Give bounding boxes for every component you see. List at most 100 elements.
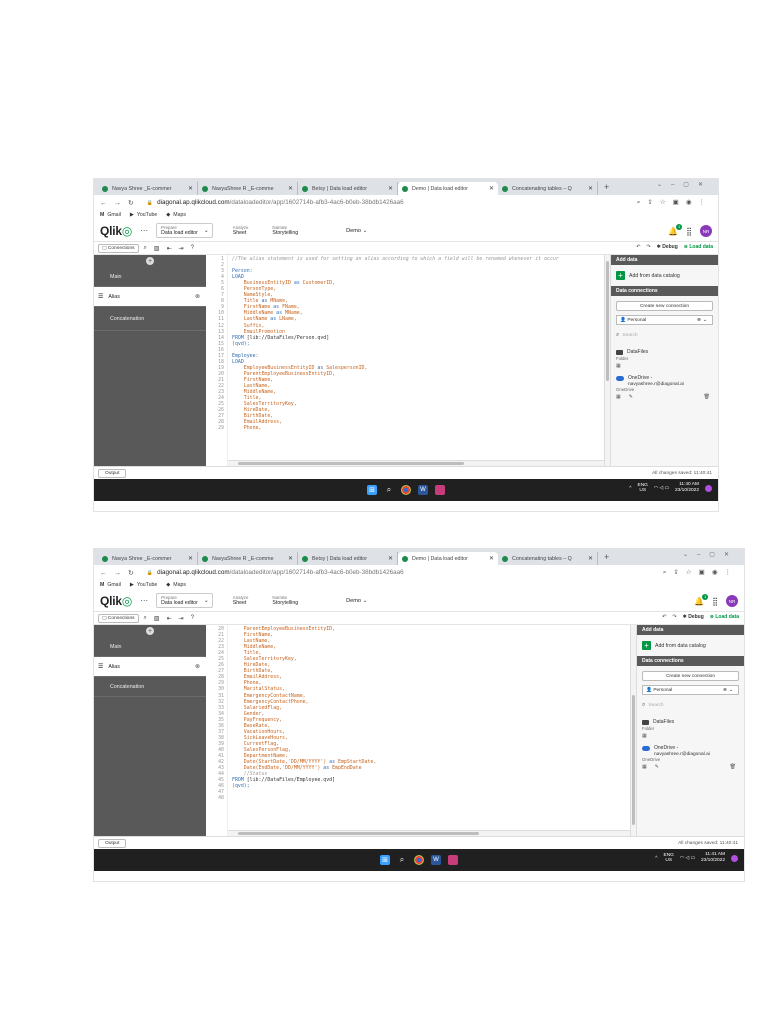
browser-tab[interactable]: Demo | Data load editor ✕ [398,182,498,195]
notifications-icon[interactable]: 🔔 1 [694,593,709,606]
avatar[interactable]: NR [726,595,738,607]
indent-icon[interactable]: ⇤ [167,245,172,252]
narrate-tab[interactable]: Narrate Storytelling [268,594,302,607]
browser-tab[interactable]: Navya Shree _E-commer ✕ [98,182,198,195]
load-data-button[interactable]: ⊕ Load data [684,244,713,250]
bookmark-gmail[interactable]: M Gmail [100,582,121,588]
search-icon[interactable]: ⌕ [384,485,394,495]
wifi-sound-battery-icons[interactable]: ◠ ◁ ▭ [654,486,669,491]
notification-dot-icon[interactable] [705,484,712,492]
connections-button[interactable]: ▢ Connections [98,243,139,253]
lock-icon[interactable]: 🔒 [147,200,153,206]
search-icon[interactable]: ⌕ [397,855,407,865]
nav-buttons[interactable]: ←→↻ [100,569,141,577]
more-icon[interactable]: ··· [140,226,148,235]
chevron-up-icon[interactable]: ^ [629,486,631,491]
undo-icon[interactable]: ↶ [662,614,666,620]
bookmark-maps[interactable]: ◆ Maps [166,212,186,218]
add-from-catalog-button[interactable]: + Add from data catalog [637,635,744,656]
redo-icon[interactable]: ↷ [672,614,676,620]
close-icon[interactable]: ✕ [288,555,293,562]
section-alias[interactable]: ☰ Alias ⊗ [94,287,206,307]
close-icon[interactable]: ✕ [489,555,494,562]
window-controls[interactable]: ⌄–▢✕ [657,181,712,188]
trash-icon[interactable]: 🗑 [730,764,736,770]
onedrive-connection[interactable]: OneDrive - [637,741,744,752]
qlik-logo[interactable]: Qlik◎ [100,224,132,238]
vertical-scrollbar[interactable] [604,255,610,466]
lock-icon[interactable]: 🔒 [147,570,153,576]
close-icon[interactable]: ✕ [489,185,494,192]
connection-search[interactable]: ⌕ Search [642,700,739,710]
bookmark-youtube[interactable]: ▶ YouTube [130,212,157,218]
bookmark-youtube[interactable]: ▶ YouTube [130,582,157,588]
window-controls[interactable]: ⌄–▢✕ [683,551,738,558]
notification-dot-icon[interactable] [731,854,738,862]
space-dropdown[interactable]: 👤 Personal ⊗⌄ [642,685,739,695]
output-button[interactable]: Output [98,838,127,848]
app-icon[interactable] [448,855,458,865]
close-icon[interactable]: ✕ [388,555,393,562]
wifi-sound-battery-icons[interactable]: ◠ ◁ ▭ [680,856,695,861]
bookmark-maps[interactable]: ◆ Maps [166,582,186,588]
add-from-catalog-button[interactable]: + Add from data catalog [611,265,718,286]
comment-icon[interactable]: ▨ [154,615,160,622]
script-editor[interactable]: 20 21 22 23 24 25 26 27 28 29 30 31 32 33 34 35 36 37 38 39… [206,625,636,836]
outdent-icon[interactable]: ⇥ [179,245,184,252]
prepare-dropdown[interactable]: Prepare Data load editor [156,223,213,238]
browser-tools-icons[interactable]: ⌕⇪☆▣◉⋮ [637,198,712,207]
chrome-icon[interactable] [414,855,424,865]
code-area[interactable]: //The alias statement is used for settin… [228,255,604,466]
qlik-logo[interactable]: Qlik◎ [100,594,132,608]
outdent-icon[interactable]: ⇥ [179,615,184,622]
analyze-tab[interactable]: Analyze Sheet [229,594,253,607]
url-field[interactable]: diagonal.ap.qlikcloud.com/dataloadeditor… [157,569,663,576]
select-data-icon[interactable]: ▦ [642,733,647,739]
search-icon[interactable]: ⌕ [144,615,147,622]
browser-tab[interactable]: Concatenating tables – Q ✕ [498,552,598,565]
redo-icon[interactable]: ↷ [646,244,650,250]
edit-icon[interactable]: ✎ [655,764,659,770]
browser-tab[interactable]: NavyaShree R _E-comme ✕ [198,182,298,195]
chrome-icon[interactable] [401,485,411,495]
section-alias[interactable]: ☰ Alias ⊗ [94,657,206,677]
analyze-tab[interactable]: Analyze Sheet [229,224,253,237]
section-concatenation[interactable]: Concatenation [94,677,206,697]
apps-grid-icon[interactable]: ⣿ [686,227,692,236]
delete-section-icon[interactable]: ⊗ [195,293,200,300]
more-icon[interactable]: ··· [140,596,148,605]
close-icon[interactable]: ✕ [188,555,193,562]
section-main[interactable]: Main [94,637,206,657]
comment-icon[interactable]: ▨ [154,245,160,252]
delete-section-icon[interactable]: ⊗ [195,663,200,670]
browser-tab[interactable]: NavyaShree R _E-comme ✕ [198,552,298,565]
language-indicator[interactable]: ENG US [638,483,648,494]
close-icon[interactable]: ✕ [288,185,293,192]
datafiles-connection[interactable]: DataFiles [637,715,744,726]
word-icon[interactable]: W [418,485,428,495]
onedrive-connection[interactable]: OneDrive - [611,371,718,382]
avatar[interactable]: NR [700,225,712,237]
help-icon[interactable]: ? [191,615,194,621]
browser-tools-icons[interactable]: ⌕⇪☆▣◉⋮ [663,568,738,577]
section-concatenation[interactable]: Concatenation [94,307,206,331]
app-name-dropdown[interactable]: Demo ⌄ [346,598,367,604]
code-line[interactable]: Phone, [232,425,604,431]
close-icon[interactable]: ✕ [388,185,393,192]
language-indicator[interactable]: ENG US [664,853,674,864]
clock[interactable]: 11:41 AM 23/10/2022 [701,852,725,864]
code-line[interactable] [232,795,630,801]
code-area[interactable]: ParentEmployeeBusinessEntityID, FirstNam… [228,625,630,836]
connection-search[interactable]: ⌕ Search [616,330,713,340]
start-icon[interactable]: ⊞ [380,855,390,865]
load-data-button[interactable]: ⊕ Load data [710,614,739,620]
connections-button[interactable]: ▢ Connections [98,613,139,623]
help-icon[interactable]: ? [191,245,194,251]
add-section-icon[interactable]: + [146,627,154,635]
new-tab-button[interactable]: + [598,552,615,562]
search-icon[interactable]: ⌕ [144,245,147,252]
edit-icon[interactable]: ✎ [629,394,633,400]
close-icon[interactable]: ✕ [588,555,593,562]
prepare-dropdown[interactable]: Prepare Data load editor [156,593,213,608]
app-icon[interactable] [435,485,445,495]
